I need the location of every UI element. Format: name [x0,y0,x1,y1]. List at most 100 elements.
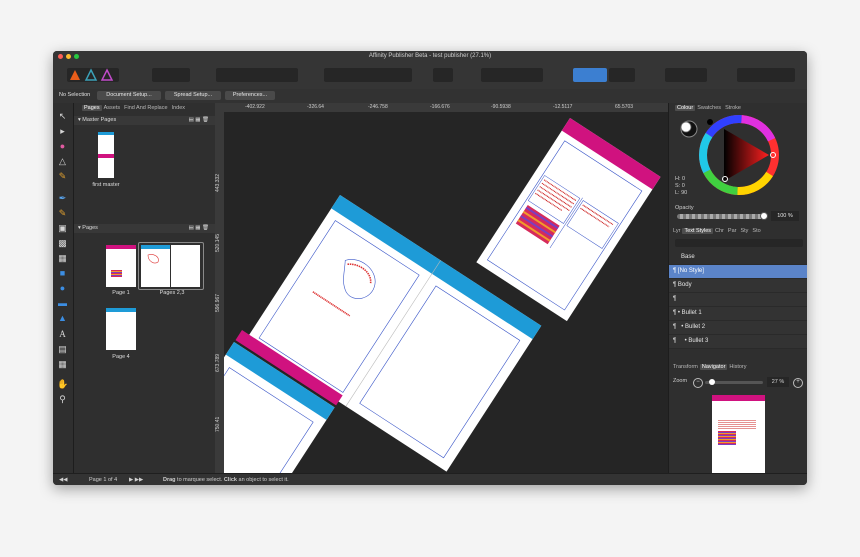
title-bar: Affinity Publisher Beta - test publisher… [53,51,807,62]
image-placeholder-tool-icon[interactable]: ▩ [57,238,68,249]
style-row-unnamed[interactable]: ¶ [669,293,807,307]
color-picker-tool-icon[interactable]: ● [57,141,68,152]
document-canvas[interactable] [224,112,668,473]
master-pages-header[interactable]: ▾ Master Pages ▤ ▦ 🗑 [74,116,215,125]
zoom-out-icon[interactable]: − [693,378,703,388]
persona-switcher[interactable] [67,68,119,82]
pages-label: Pages [82,225,98,231]
triangle-tool-icon[interactable]: ▲ [57,313,68,324]
page-actions-icon[interactable]: ▤ ▦ 🗑 [189,224,209,233]
zoom-input[interactable]: 27 % [767,377,789,387]
ruler-h-tick: -402.922 [245,104,265,110]
tab-navigator[interactable]: Navigator [699,364,728,370]
view-mode-group[interactable] [481,68,543,82]
document-setup-button[interactable]: Document Setup... [97,91,161,100]
paragraph-icon: ¶ [673,268,677,274]
rounded-rect-tool-icon[interactable]: ▬ [57,298,68,309]
pencil-tool-icon[interactable]: ✎ [57,208,68,219]
ellipse-tool-icon[interactable]: ● [57,283,68,294]
master-page-thumbnail[interactable] [98,132,114,178]
tab-character[interactable]: Chr [713,228,726,234]
style-row-body[interactable]: ¶ Body [669,279,807,293]
page-3-thumbnail[interactable] [171,245,200,287]
page-indicator[interactable]: Page 1 of 4 [89,474,117,485]
page-1[interactable] [476,118,661,322]
tab-swatches[interactable]: Swatches [695,105,723,111]
tab-transform[interactable]: Transform [671,364,700,370]
minimize-window-button[interactable] [66,54,71,59]
close-window-button[interactable] [58,54,63,59]
tab-text-styles[interactable]: Text Styles [682,228,714,234]
opacity-input[interactable]: 100 % [771,211,799,221]
tab-find-replace[interactable]: Find And Replace [122,105,169,111]
style-row-bullet-2[interactable]: ¶ • Bullet 2 [669,321,807,335]
boolean-group[interactable] [737,68,795,82]
page-4-thumbnail[interactable] [106,308,136,350]
hint-drag: Drag [163,477,176,483]
tab-paragraph[interactable]: Par [726,228,739,234]
arrange-toolbar-group[interactable] [216,68,298,82]
ruler-v-tick: 520.145 [215,233,221,252]
style-search-input[interactable] [675,239,803,247]
view-tool-icon[interactable]: ✋ [57,379,68,390]
tab-assets[interactable]: Assets [102,105,123,111]
preferences-button[interactable]: Preferences... [225,91,275,100]
page-1-thumbnail[interactable] [106,245,136,287]
tab-layers[interactable]: Lyr [671,228,682,234]
tab-styles[interactable]: Sty [738,228,750,234]
style-name: Body [677,282,692,288]
zoom-in-icon[interactable]: + [793,378,803,388]
snapping-group[interactable] [573,68,607,82]
ruler-h-tick: -166.676 [430,104,450,110]
master-page-actions-icon[interactable]: ▤ ▦ 🗑 [189,116,209,125]
opacity-slider[interactable] [677,212,768,220]
node-tool-icon[interactable]: ▸ [57,126,68,137]
style-row-bullet-3[interactable]: ¶ • Bullet 3 [669,335,807,349]
tab-story[interactable]: Sto [750,228,762,234]
guides-group[interactable] [665,68,707,82]
stroke-swatch [680,121,692,133]
pages-header[interactable]: ▾ Pages ▤ ▦ 🗑 [74,224,215,233]
tab-index[interactable]: Index [170,105,187,111]
rectangle-tool-icon[interactable]: ■ [57,268,68,279]
tab-history[interactable]: History [727,364,748,370]
first-page-icon[interactable]: ◀◀ [59,474,67,485]
navigator-preview[interactable] [712,395,765,473]
pages-2-3-selection[interactable] [138,242,204,290]
zoom-window-button[interactable] [74,54,79,59]
text-frame-button[interactable] [433,68,453,82]
tab-colour[interactable]: Colour [675,105,696,111]
zoom-tool-icon[interactable]: ⚲ [57,394,68,405]
tab-pages[interactable]: Pages [82,105,102,111]
fill-tool-icon[interactable]: △ [57,156,68,167]
left-panel-tabs: Pages Assets Find And Replace Index [82,104,187,113]
opacity-label: Opacity [675,205,694,211]
page-2-thumbnail[interactable] [141,245,170,287]
transparency-tool-icon[interactable]: ✎ [57,171,68,182]
picture-frame-tool-icon[interactable]: ▣ [57,223,68,234]
align-toolbar-group[interactable] [324,68,412,82]
spread-setup-button[interactable]: Spread Setup... [165,91,221,100]
move-tool-icon[interactable]: ↖ [57,111,68,122]
crop-tool-icon[interactable]: ▦ [57,253,68,264]
hsl-readout: H: 0 S: 0 L: 90 [675,176,687,197]
next-page-icon[interactable]: ▶ ▶▶ [129,474,143,485]
ruler-v-tick: 443.332 [215,173,221,192]
style-row-bullet-1[interactable]: ¶ • Bullet 1 [669,307,807,321]
table-tool-icon[interactable]: ▦ [57,359,68,370]
artistic-text-tool-icon[interactable]: A [57,329,68,340]
swatch-black [707,119,713,125]
ruler-v-tick: 673.789 [215,353,221,372]
snapping-options-button[interactable] [609,68,635,82]
status-bar: ◀◀ Page 1 of 4 ▶ ▶▶ Drag to marquee sele… [53,473,807,485]
style-row-base[interactable]: Base [669,251,807,265]
style-row-no-style[interactable]: ¶ [No Style] [669,265,807,279]
pen-tool-icon[interactable]: ✒ [57,193,68,204]
styles-panel-tabs: Lyr Text Styles Chr Par Sty Sto [671,227,763,236]
page-1-label: Page 1 [112,290,130,296]
tab-stroke[interactable]: Stroke [723,105,743,111]
frame-text-tool-icon[interactable]: ▤ [57,344,68,355]
colour-wheel[interactable] [673,115,803,211]
assets-toolbar-group[interactable] [152,68,190,82]
zoom-slider[interactable] [705,379,763,385]
